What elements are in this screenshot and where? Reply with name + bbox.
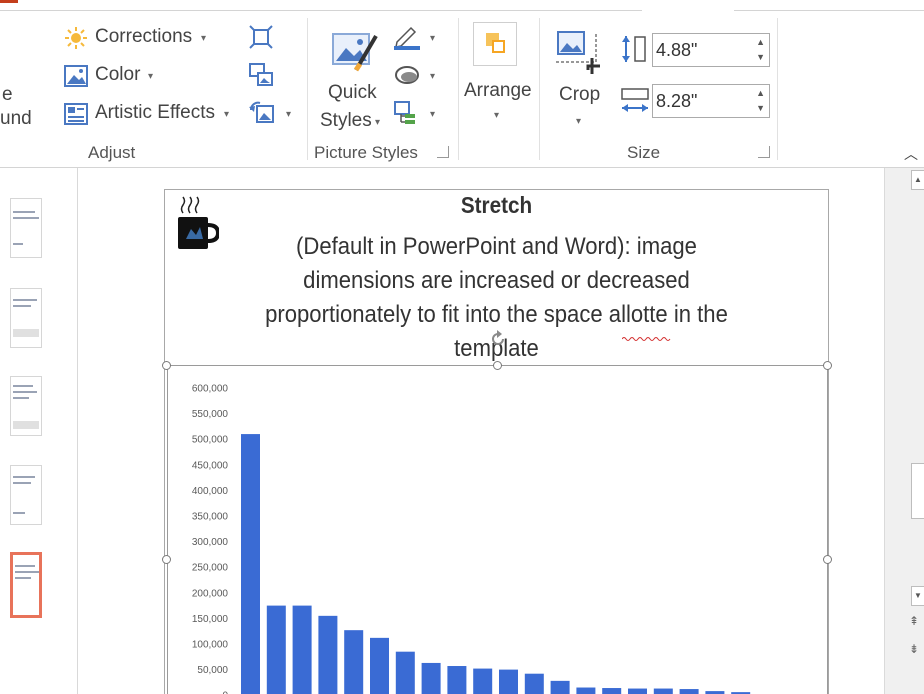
compress-pictures-button[interactable] xyxy=(248,24,276,52)
spin-up-icon[interactable]: ▲ xyxy=(756,88,765,98)
picture-layout-icon xyxy=(394,101,415,124)
chevron-down-icon: ▾ xyxy=(201,33,207,44)
slide-thumbnail-selected[interactable] xyxy=(10,552,42,618)
arrange-icon xyxy=(473,22,517,66)
shape-width-input[interactable]: 8.28" ▲ ▼ xyxy=(652,84,770,118)
crop-icon xyxy=(556,31,600,74)
artistic-effects-icon xyxy=(64,103,88,125)
chevron-down-icon: ▾ xyxy=(494,110,500,121)
slide-thumbnail-pane xyxy=(0,168,78,694)
quick-styles-icon xyxy=(332,33,378,72)
chevron-down-icon: ▾ xyxy=(576,116,582,127)
resize-handle-right[interactable] xyxy=(823,555,832,564)
picture-styles-group-label: Picture Styles xyxy=(314,143,418,162)
corrections-label: Corrections xyxy=(95,26,193,47)
shape-width-value: 8.28" xyxy=(656,91,698,111)
shape-width-icon xyxy=(621,88,649,112)
resize-handle-left[interactable] xyxy=(162,555,171,564)
remove-background-label-cut-2[interactable]: und xyxy=(0,108,32,130)
collapse-ribbon-icon[interactable]: ︿ xyxy=(904,144,918,164)
chevron-down-icon: ▾ xyxy=(430,71,436,82)
next-slide-icon[interactable]: ⇟ xyxy=(909,642,919,656)
chevron-down-icon: ▾ xyxy=(148,71,154,82)
chevron-down-icon: ▾ xyxy=(286,109,292,120)
slide-thumbnail[interactable] xyxy=(10,376,42,436)
chevron-down-icon: ▾ xyxy=(224,109,230,120)
shape-height-value: 4.88" xyxy=(656,40,698,60)
remove-background-label-cut[interactable]: e xyxy=(2,84,13,106)
scroll-thumb[interactable] xyxy=(911,463,924,519)
dialog-launcher-icon[interactable] xyxy=(758,146,770,158)
artistic-effects-button[interactable]: Artistic Effects ▾ xyxy=(64,100,239,128)
reset-picture-icon xyxy=(249,101,274,123)
change-picture-icon xyxy=(249,63,273,86)
tab-accent xyxy=(0,0,18,3)
color-label: Color xyxy=(95,64,141,85)
crop-label: Crop xyxy=(559,84,601,105)
color-picture-icon xyxy=(64,65,88,87)
picture-selection-frame[interactable] xyxy=(167,365,828,694)
shape-height-icon xyxy=(622,36,646,62)
color-button[interactable]: Color ▾ xyxy=(64,62,164,90)
body-line: proportionately to fit into the space al… xyxy=(265,301,728,328)
dialog-launcher-icon[interactable] xyxy=(437,146,449,158)
previous-slide-icon[interactable]: ⇞ xyxy=(909,614,919,628)
chevron-down-icon: ▾ xyxy=(430,33,436,44)
vertical-scrollbar[interactable]: ▲ ▼ ⇞ ⇟ xyxy=(884,168,924,694)
pencil-icon xyxy=(394,26,420,50)
spin-up-icon[interactable]: ▲ xyxy=(756,37,765,47)
picture-effects-button[interactable]: ▾ xyxy=(393,62,441,90)
body-line: (Default in PowerPoint and Word): image xyxy=(296,233,697,260)
spin-down-icon[interactable]: ▼ xyxy=(756,52,765,62)
shape-height-input[interactable]: 4.88" ▲ ▼ xyxy=(652,33,770,67)
scroll-down-icon[interactable]: ▼ xyxy=(911,586,924,606)
arrange-label: Arrange xyxy=(464,80,532,101)
picture-format-ribbon: e und Corrections ▾ Color ▾ Artistic Eff… xyxy=(0,0,924,168)
sun-icon xyxy=(65,27,87,49)
artistic-effects-label: Artistic Effects xyxy=(95,102,216,123)
adjust-group-label: Adjust xyxy=(88,143,136,162)
resize-handle-top[interactable] xyxy=(493,361,502,370)
rotate-handle-icon[interactable] xyxy=(489,330,507,348)
corrections-button[interactable]: Corrections ▾ xyxy=(64,24,214,52)
arrange-button[interactable]: Arrange ▾ xyxy=(462,22,536,132)
change-picture-button[interactable] xyxy=(248,62,276,90)
scroll-up-icon[interactable]: ▲ xyxy=(911,170,924,190)
spelling-squiggle xyxy=(622,337,671,341)
ribbon-top-border xyxy=(0,10,924,11)
quick-styles-label-line1: Quick xyxy=(328,82,377,103)
spin-down-icon[interactable]: ▼ xyxy=(756,103,765,113)
picture-border-button[interactable]: ▾ xyxy=(393,24,441,52)
chevron-down-icon: ▾ xyxy=(430,109,436,120)
picture-layout-button[interactable]: ▾ xyxy=(393,100,441,128)
slide-thumbnail[interactable] xyxy=(10,198,42,258)
slide-title[interactable]: Stretch xyxy=(197,192,796,219)
crop-button[interactable]: Crop ▾ xyxy=(552,26,608,136)
resize-handle-top-right[interactable] xyxy=(823,361,832,370)
quick-styles-label-line2: Styles xyxy=(320,110,372,131)
chevron-down-icon: ▾ xyxy=(375,117,381,128)
slide-thumbnail[interactable] xyxy=(10,465,42,525)
body-line: dimensions are increased or decreased xyxy=(303,267,690,294)
effects-icon xyxy=(395,66,419,84)
reset-picture-button[interactable]: ▾ xyxy=(248,100,296,128)
quick-styles-button[interactable]: Quick Styles ▾ xyxy=(316,26,388,136)
resize-handle-top-left[interactable] xyxy=(162,361,171,370)
compress-icon xyxy=(249,25,273,49)
slide-thumbnail[interactable] xyxy=(10,288,42,348)
size-group-label: Size xyxy=(627,143,661,162)
